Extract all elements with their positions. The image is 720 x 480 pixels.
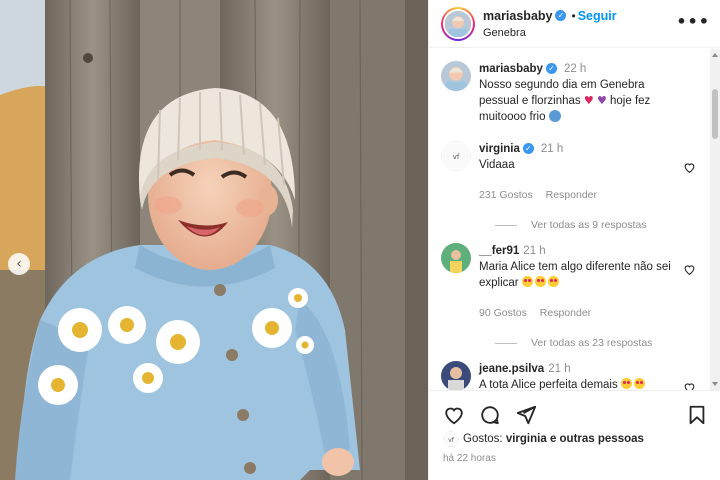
cold-face-icon bbox=[548, 110, 561, 122]
svg-text:vf: vf bbox=[448, 437, 455, 444]
caption-text-line4: muitoooo frio bbox=[479, 111, 546, 123]
heart-icon[interactable] bbox=[683, 161, 696, 174]
share-icon[interactable] bbox=[515, 404, 537, 426]
more-icon[interactable]: ••• bbox=[676, 12, 710, 31]
caption-text-line3: hoje fez bbox=[610, 95, 651, 107]
comment-username[interactable]: __fer91 bbox=[479, 245, 519, 257]
likes-prefix: Gostos: bbox=[463, 433, 503, 445]
comment-time: 21 h bbox=[540, 143, 564, 155]
avatar bbox=[443, 8, 473, 39]
comment-likes[interactable]: 231 Gostos bbox=[479, 189, 533, 201]
purple-heart-icon: ♥ bbox=[596, 94, 607, 107]
view-replies-label: Ver todas as 23 respostas bbox=[531, 337, 653, 349]
red-heart-icon: ♥ bbox=[583, 94, 594, 107]
username[interactable]: mariasbaby bbox=[483, 9, 552, 23]
scrollbar-thumb[interactable] bbox=[712, 89, 718, 139]
divider-line bbox=[495, 342, 517, 344]
heart-eyes-emoji-icon bbox=[534, 276, 546, 287]
comment-username[interactable]: jeane.psilva bbox=[479, 363, 544, 375]
comment-item: __fer91 21 h Maria Alice tem algo diferen… bbox=[429, 243, 710, 321]
comment-item: jeane.psilva 21 h A tota Alice perfeita d… bbox=[429, 361, 710, 390]
follow-button[interactable]: Seguir bbox=[578, 9, 617, 23]
post-photo[interactable]: ‹ bbox=[0, 0, 428, 480]
heart-icon[interactable] bbox=[683, 263, 696, 276]
svg-text:vf: vf bbox=[453, 153, 460, 161]
likes-summary[interactable]: vf Gostos: virginia e outras pessoas bbox=[429, 431, 720, 447]
baby-photo-image bbox=[0, 0, 428, 480]
avatar: vf bbox=[443, 431, 459, 447]
heart-eyes-emoji-icon bbox=[633, 378, 645, 389]
view-replies-button[interactable]: Ver todas as 9 respostas bbox=[495, 219, 710, 231]
comment-likes[interactable]: 90 Gostos bbox=[479, 307, 527, 319]
avatar[interactable] bbox=[441, 243, 471, 273]
heart-eyes-emoji-icon bbox=[547, 276, 559, 287]
reply-button[interactable]: Responder bbox=[546, 189, 597, 201]
story-ring[interactable] bbox=[441, 6, 475, 41]
heart-icon[interactable] bbox=[443, 404, 465, 426]
comment-time: 21 h bbox=[523, 245, 546, 257]
verified-icon: ✓ bbox=[555, 10, 567, 22]
avatar[interactable] bbox=[441, 61, 471, 91]
post-header: mariasbaby ✓ • Seguir Genebra ••• bbox=[429, 0, 720, 48]
heart-icon[interactable] bbox=[683, 381, 696, 390]
caption-text-line1: Nosso segundo dia em Genebra bbox=[479, 79, 645, 91]
chevron-left-icon: ‹ bbox=[16, 256, 22, 272]
comment-username[interactable]: virginia bbox=[479, 143, 520, 155]
avatar[interactable]: vf bbox=[441, 141, 471, 171]
bookmark-icon[interactable] bbox=[686, 404, 708, 426]
comment-text: A tota Alice perfeita demais bbox=[479, 379, 618, 390]
view-replies-button[interactable]: Ver todas as 23 respostas bbox=[495, 337, 710, 349]
comments-list: mariasbaby ✓ 22 h Nosso segundo dia em Gen… bbox=[429, 49, 710, 390]
scroll-up-arrow-icon[interactable] bbox=[712, 53, 718, 57]
caption-text-line2: pessual e florzinhas bbox=[479, 95, 581, 107]
post-sidebar: mariasbaby ✓ • Seguir Genebra ••• mariasbab… bbox=[428, 0, 720, 480]
heart-eyes-emoji-icon bbox=[620, 378, 632, 389]
previous-photo-button[interactable]: ‹ bbox=[8, 253, 30, 275]
caption: mariasbaby ✓ 22 h Nosso segundo dia em Gen… bbox=[429, 49, 710, 125]
comment-text: Maria Alice tem algo diferente não sei e… bbox=[479, 261, 671, 289]
comment-icon[interactable] bbox=[479, 404, 501, 426]
heart-eyes-emoji-icon bbox=[521, 276, 533, 287]
likes-names[interactable]: virginia e outras pessoas bbox=[506, 433, 644, 445]
post-timestamp: há 22 horas bbox=[443, 453, 496, 464]
verified-icon: ✓ bbox=[545, 63, 557, 75]
comment-time: 21 h bbox=[548, 363, 571, 375]
action-bar: vf Gostos: virginia e outras pessoas há … bbox=[429, 390, 720, 480]
comments-scrollbar[interactable] bbox=[710, 49, 720, 390]
reply-button[interactable]: Responder bbox=[540, 307, 591, 319]
caption-time: 22 h bbox=[563, 63, 587, 75]
location-link[interactable]: Genebra bbox=[483, 27, 617, 40]
comment-item: vf virginia ✓ 21 h Vidaaa 231 Gostos Respo… bbox=[429, 141, 710, 203]
view-replies-label: Ver todas as 9 respostas bbox=[531, 219, 647, 231]
divider-line bbox=[495, 224, 517, 226]
avatar[interactable] bbox=[441, 361, 471, 390]
verified-icon: ✓ bbox=[522, 143, 534, 155]
separator-dot: • bbox=[571, 8, 576, 23]
caption-username[interactable]: mariasbaby bbox=[479, 63, 543, 75]
scroll-down-arrow-icon[interactable] bbox=[712, 382, 718, 386]
comment-text: Vidaaa bbox=[479, 159, 515, 171]
